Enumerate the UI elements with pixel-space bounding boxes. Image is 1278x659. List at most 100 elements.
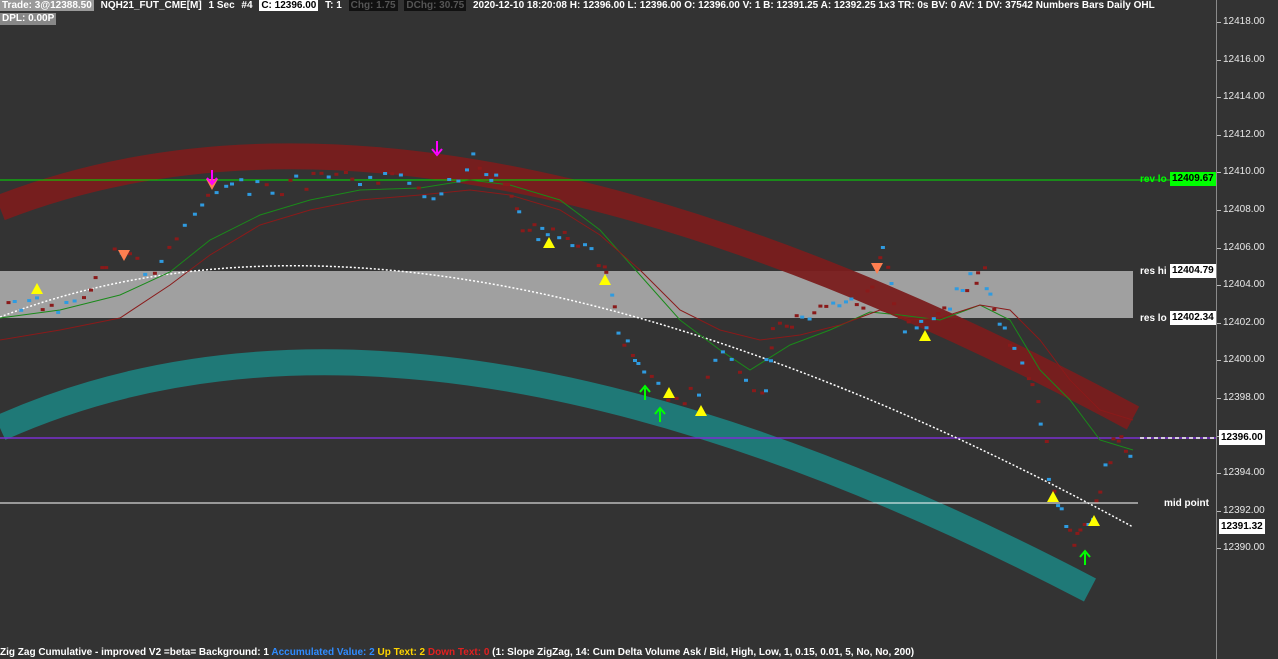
price-bar-mark [540, 226, 545, 230]
price-tick-label: 12404.00 [1223, 279, 1265, 291]
price-tick-label: 12408.00 [1223, 204, 1265, 215]
price-bar-mark [906, 320, 911, 324]
price-bar-mark [1020, 361, 1025, 365]
price-bar-mark [557, 236, 562, 240]
res-hi-value: 12404.79 [1170, 264, 1216, 278]
price-bar-mark [1068, 528, 1073, 532]
price-bar-mark [304, 187, 309, 191]
price-bar-mark [682, 402, 687, 406]
price-bar-mark [82, 296, 86, 300]
accumulated-legend: Accumulated Value: 2 [271, 647, 378, 658]
yellow-up-triangle-icon [1047, 491, 1059, 502]
price-tick-mark [1217, 59, 1221, 61]
price-bar-mark [35, 296, 39, 300]
price-bar-mark [948, 307, 952, 311]
price-bar-mark [112, 247, 117, 251]
price-bar-mark [649, 374, 654, 378]
price-bar-mark [143, 272, 148, 276]
price-bar-mark [206, 193, 211, 197]
price-bar-mark [1128, 454, 1133, 458]
price-bar-mark [514, 207, 519, 211]
price-bar-mark [931, 317, 936, 321]
price-bar-mark [983, 266, 987, 270]
yellow-up-triangle-icon [663, 387, 675, 398]
price-tick-label: 12414.00 [1223, 91, 1265, 103]
price-bar-mark [889, 282, 894, 285]
price-bar-mark [1111, 437, 1116, 441]
price-axis[interactable]: 12418.00 12416.00 12414.00 12412.00 12410.00… [1216, 0, 1278, 659]
change-readout: Chg: 1.75 [348, 0, 398, 11]
price-bar-mark [633, 359, 637, 362]
price-tick-mark [1217, 247, 1221, 249]
yellow-up-triangle-icon [919, 330, 931, 341]
price-bar-mark [135, 256, 140, 260]
price-tick-label: 12402.00 [1223, 316, 1265, 328]
price-bar-mark [892, 302, 897, 306]
price-tick-mark [1217, 398, 1221, 399]
price-bar-mark [1002, 326, 1007, 330]
price-chart-canvas[interactable] [0, 0, 1216, 647]
price-bar-mark [1064, 525, 1069, 528]
price-bar-mark [1098, 490, 1103, 494]
price-bar-mark [818, 304, 823, 308]
price-bar-mark [831, 301, 836, 305]
price-bar-mark [224, 184, 229, 188]
price-bar-mark [807, 317, 812, 321]
price-bar-mark [1094, 499, 1099, 503]
price-tick-mark [1217, 360, 1221, 362]
price-bar-mark [1038, 422, 1043, 426]
price-bar-mark [936, 312, 941, 316]
price-bar-mark [764, 358, 769, 362]
price-bar-mark [19, 308, 24, 312]
yellow-up-triangle-icon [1088, 515, 1100, 526]
ticks-readout: T: 1 [325, 0, 342, 11]
price-bar-mark [200, 203, 205, 207]
price-bar-mark [604, 270, 609, 274]
price-bar-mark [64, 301, 69, 304]
price-bar-mark [849, 297, 854, 301]
price-bar-mark [489, 178, 494, 182]
orange-down-triangle-icon [118, 250, 130, 261]
price-bar-mark [729, 357, 734, 361]
price-bar-mark [350, 177, 355, 181]
price-bar-mark [40, 308, 45, 312]
price-bar-mark [769, 346, 774, 350]
price-bar-mark [596, 264, 601, 268]
price-bar-mark [784, 324, 789, 328]
price-bar-mark [214, 191, 219, 195]
price-bar-mark [1103, 463, 1108, 467]
price-bar-mark [738, 370, 742, 374]
price-bar-mark [924, 326, 929, 330]
price-bar-mark [886, 265, 891, 269]
daily-change-readout: DChg: 30.75 [404, 0, 467, 11]
mid-point-label: mid point [1164, 498, 1209, 509]
symbol-label: NQH21_FUT_CME[M] [100, 0, 202, 11]
price-bar-mark [812, 311, 817, 315]
price-bar-mark [800, 315, 805, 319]
close-readout: C: 12396.00 [259, 0, 319, 11]
price-bar-mark [471, 152, 476, 156]
price-bar-mark [764, 389, 768, 393]
price-tick-label: 12410.00 [1223, 166, 1265, 178]
price-bar-mark [954, 287, 959, 291]
price-bar-mark [416, 186, 421, 190]
price-bar-mark [280, 193, 284, 197]
price-tick-mark [1217, 210, 1221, 211]
price-bar-mark [1012, 346, 1017, 350]
price-bar-mark [1056, 504, 1061, 508]
price-bar-mark [1075, 531, 1080, 535]
price-bar-mark [880, 246, 885, 249]
price-tick-label: 12400.00 [1223, 354, 1265, 366]
price-bar-mark [431, 197, 436, 201]
price-bar-mark [100, 266, 105, 270]
price-tick-mark [1217, 285, 1221, 287]
price-tick-label: 12418.00 [1223, 16, 1265, 27]
price-bar-mark [27, 299, 32, 303]
chart-header: Trade: 3@12388.50 NQH21_FUT_CME[M] 1 Sec… [0, 0, 1216, 12]
price-bar-mark [1082, 523, 1087, 526]
price-bar-mark [264, 183, 269, 187]
chart-area[interactable] [0, 0, 1216, 647]
price-bar-mark [898, 315, 903, 319]
price-tick-mark [1217, 510, 1221, 512]
down-text-legend: Down Text: 0 [427, 647, 493, 658]
